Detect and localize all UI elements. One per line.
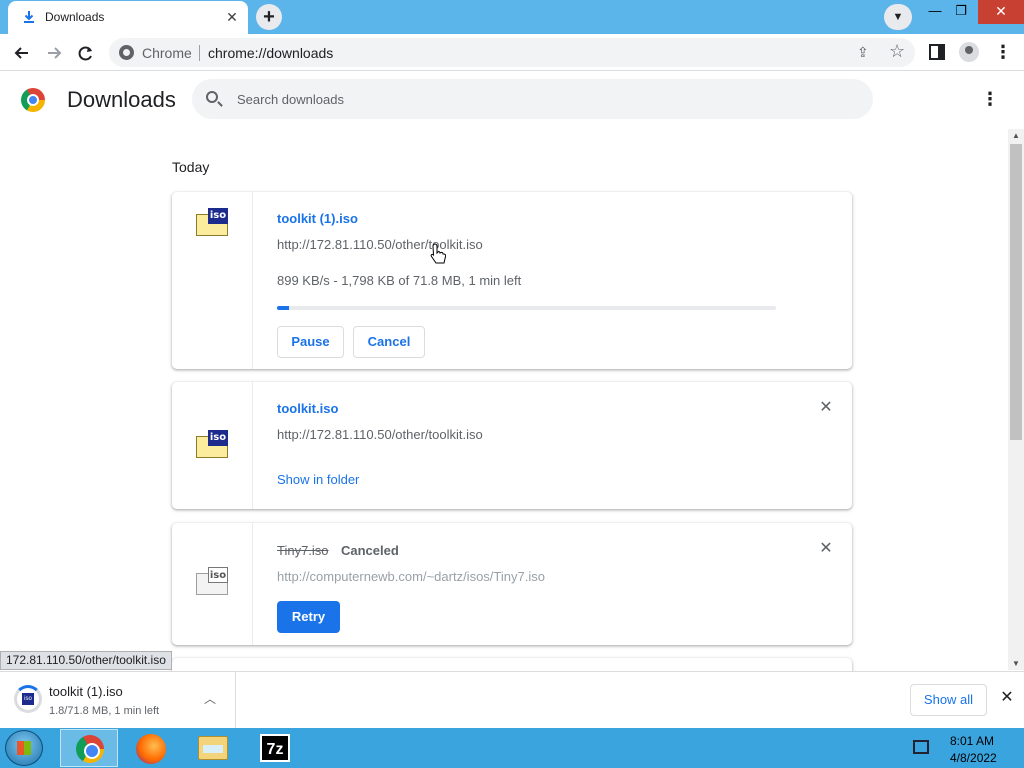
pause-button[interactable]: Pause: [277, 326, 344, 358]
clock-time[interactable]: 8:01 AM: [950, 734, 994, 748]
tab-search-button[interactable]: ▼: [884, 4, 912, 30]
hand-cursor-icon: [430, 243, 446, 264]
scroll-down-icon[interactable]: ▼: [1012, 659, 1020, 668]
iso-file-icon: iso: [196, 567, 229, 595]
forward-icon[interactable]: [40, 39, 68, 67]
browser-toolbar: Chrome chrome://downloads ⇪ ☆ ⋮: [0, 34, 1024, 71]
chrome-icon: [76, 735, 104, 763]
tab-downloads[interactable]: Downloads ✕: [8, 1, 248, 34]
file-url: http://computernewb.com/~dartz/isos/Tiny…: [277, 569, 545, 584]
download-icon: [24, 11, 34, 23]
shelf-status: 1.8/71.8 MB, 1 min left: [49, 705, 160, 717]
download-progress-ring-icon: iso: [14, 685, 42, 713]
chrome-logo-icon: [21, 88, 45, 112]
file-url[interactable]: http://172.81.110.50/other/toolkit.iso: [277, 237, 483, 252]
tab-strip: Downloads ✕ + ▼ — ❐ ✕: [0, 0, 1024, 34]
taskbar-7zip[interactable]: 7z: [246, 729, 304, 767]
firefox-icon: [136, 734, 166, 764]
remove-download-icon[interactable]: ✕: [816, 539, 836, 559]
chevron-up-icon[interactable]: ︿: [204, 690, 216, 707]
link-status-bar: 172.81.110.50/other/toolkit.iso: [0, 651, 172, 670]
download-card: iso toolkit (1).iso http://172.81.110.50…: [172, 192, 852, 369]
profile-avatar-icon[interactable]: [959, 42, 979, 62]
omnibox-url[interactable]: chrome://downloads: [208, 45, 333, 61]
scrollbar[interactable]: ▲ ▼: [1008, 129, 1024, 670]
file-url[interactable]: http://172.81.110.50/other/toolkit.iso: [277, 427, 483, 442]
progress-text: 899 KB/s - 1,798 KB of 71.8 MB, 1 min le…: [277, 273, 522, 288]
iso-file-icon: iso: [196, 430, 229, 458]
network-tray-icon[interactable]: [913, 740, 929, 754]
shelf-download-item[interactable]: iso toolkit (1).iso 1.8/71.8 MB, 1 min l…: [0, 672, 236, 728]
file-icon-column: iso: [172, 192, 253, 369]
retry-button[interactable]: Retry: [277, 601, 340, 633]
progress-bar: [277, 306, 776, 310]
file-name-link[interactable]: toolkit.iso: [277, 401, 338, 416]
date-section-label: Today: [172, 159, 210, 175]
file-name-link[interactable]: toolkit (1).iso: [277, 211, 358, 226]
iso-file-icon: iso: [196, 208, 229, 236]
search-icon[interactable]: [206, 91, 218, 103]
taskbar-chrome[interactable]: [60, 729, 118, 767]
close-shelf-icon[interactable]: ✕: [997, 688, 1017, 708]
file-icon-column: iso: [172, 382, 253, 509]
share-icon[interactable]: ⇪: [857, 44, 869, 61]
start-button[interactable]: [5, 730, 43, 766]
scroll-thumb[interactable]: [1010, 144, 1022, 440]
browser-menu-icon[interactable]: ⋮: [994, 38, 1012, 66]
file-explorer-icon: [198, 736, 228, 760]
window-close-button[interactable]: ✕: [978, 0, 1024, 24]
clock-date[interactable]: 4/8/2022: [950, 751, 997, 765]
chrome-site-icon[interactable]: [119, 45, 134, 60]
remove-download-icon[interactable]: ✕: [816, 398, 836, 418]
scroll-up-icon[interactable]: ▲: [1012, 131, 1020, 140]
omnibox[interactable]: Chrome chrome://downloads ⇪ ☆: [109, 38, 915, 67]
show-all-button[interactable]: Show all: [910, 684, 987, 716]
restore-button[interactable]: ❐: [945, 0, 977, 24]
file-name: Tiny7.iso: [277, 543, 329, 558]
download-shelf: iso toolkit (1).iso 1.8/71.8 MB, 1 min l…: [0, 671, 1024, 728]
taskbar-firefox[interactable]: [122, 729, 180, 767]
side-panel-icon[interactable]: [929, 44, 945, 60]
search-input[interactable]: [237, 90, 837, 108]
download-status: Canceled: [341, 543, 399, 558]
taskbar: 7z 8:01 AM 4/8/2022: [0, 728, 1024, 768]
bookmark-star-icon[interactable]: ☆: [889, 41, 905, 62]
tab-title: Downloads: [45, 10, 105, 24]
omnibox-site: Chrome: [142, 45, 192, 61]
cancel-button[interactable]: Cancel: [353, 326, 425, 358]
reload-icon[interactable]: [72, 39, 100, 67]
new-tab-button[interactable]: +: [256, 4, 282, 30]
shelf-file-name: toolkit (1).iso: [49, 684, 123, 699]
progress-fill: [277, 306, 290, 310]
download-card: iso toolkit.iso ✕ http://172.81.110.50/o…: [172, 382, 852, 509]
omnibox-separator: [199, 45, 200, 61]
7zip-icon: 7z: [260, 734, 290, 762]
tab-close-icon[interactable]: ✕: [224, 9, 240, 25]
more-actions-icon[interactable]: ⋮: [981, 87, 999, 111]
taskbar-explorer[interactable]: [184, 729, 242, 767]
download-card: iso Tiny7.iso Canceled ✕ http://computer…: [172, 523, 852, 645]
show-in-folder-link[interactable]: Show in folder: [277, 472, 359, 487]
search-box[interactable]: [192, 79, 873, 119]
back-icon[interactable]: [8, 39, 36, 67]
file-icon-column: iso: [172, 523, 253, 645]
page-title: Downloads: [67, 87, 176, 112]
